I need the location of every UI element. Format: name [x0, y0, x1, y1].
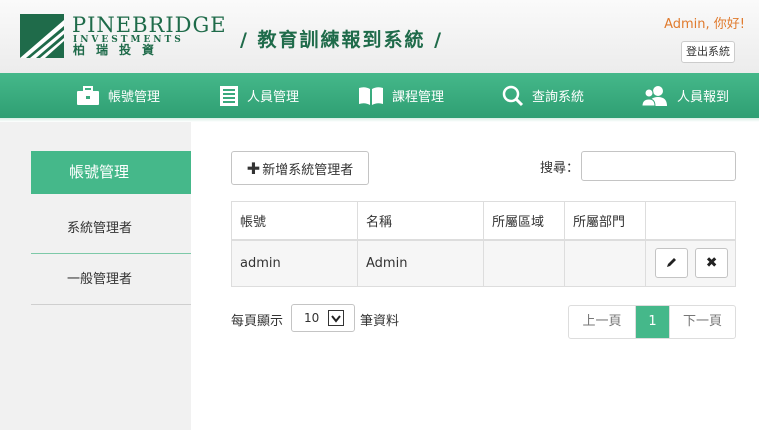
main-nav: 帳號管理 人員管理 課程管理 查詢系統 人員報到 — [0, 73, 759, 118]
cell-region — [483, 239, 565, 287]
nav-item-checkin[interactable]: 人員報到 — [641, 73, 729, 118]
prev-page-button[interactable]: 上一頁 — [569, 306, 636, 338]
logout-button[interactable]: 登出系統 — [681, 41, 735, 63]
page-size-select[interactable]: 10 — [291, 304, 355, 332]
system-title: / 教育訓練報到系統 / — [240, 29, 444, 51]
add-system-admin-button[interactable]: ✚ 新增系統管理者 — [231, 151, 369, 185]
sidebar-item-system-admins[interactable]: 系統管理者 — [31, 204, 191, 254]
nav-item-query[interactable]: 查詢系統 — [502, 73, 584, 118]
admin-table: 帳號 名稱 所屬區域 所屬部門 admin Admin ✖ — [231, 201, 736, 287]
cell-account: admin — [231, 239, 358, 287]
search-icon — [502, 85, 524, 106]
add-button-label: 新增系統管理者 — [262, 162, 354, 178]
page-size-label: 每頁顯示 — [231, 314, 284, 329]
close-icon: ✖ — [705, 255, 718, 272]
logo-brand-text: PINEBRIDGE — [72, 13, 227, 37]
nav-item-accounts[interactable]: 帳號管理 — [76, 73, 160, 118]
nav-item-label: 人員報到 — [677, 90, 730, 105]
edit-button[interactable] — [655, 248, 688, 279]
header: PINEBRIDGE INVESTMENTS 柏瑞投資 / 教育訓練報到系統 /… — [0, 0, 759, 73]
briefcase-icon — [77, 85, 99, 105]
users-icon — [641, 85, 667, 106]
nav-item-label: 查詢系統 — [532, 90, 585, 105]
page-size-suffix: 筆資料 — [360, 314, 400, 329]
logo-mark-icon — [20, 14, 64, 58]
table-header-row: 帳號 名稱 所屬區域 所屬部門 — [231, 201, 736, 241]
sidebar-header-accounts: 帳號管理 — [31, 151, 191, 194]
book-icon — [359, 86, 383, 105]
search-input[interactable] — [581, 151, 736, 181]
logo-chinese-text: 柏瑞投資 — [73, 43, 166, 57]
nav-item-label: 帳號管理 — [108, 90, 161, 105]
list-icon — [220, 85, 238, 106]
table-row: admin Admin ✖ — [231, 239, 736, 287]
page-size-value: 10 — [304, 311, 320, 325]
sidebar: 帳號管理 系統管理者 一般管理者 — [0, 122, 191, 430]
column-header-account: 帳號 — [231, 201, 358, 241]
user-greeting: Admin, 你好! — [664, 17, 745, 32]
chevron-down-icon — [328, 310, 344, 326]
current-page-button[interactable]: 1 — [636, 306, 669, 338]
nav-item-label: 課程管理 — [392, 90, 445, 105]
cell-actions: ✖ — [645, 239, 736, 287]
pagination: 上一頁 1 下一頁 — [568, 305, 736, 339]
delete-button[interactable]: ✖ — [695, 248, 729, 279]
column-header-actions — [645, 201, 736, 241]
column-header-department: 所屬部門 — [564, 201, 646, 241]
nav-item-courses[interactable]: 課程管理 — [358, 73, 444, 118]
cell-department — [564, 239, 646, 287]
column-header-name: 名稱 — [357, 201, 484, 241]
plus-icon: ✚ — [246, 158, 261, 178]
nav-item-label: 人員管理 — [247, 90, 300, 105]
column-header-region: 所屬區域 — [483, 201, 565, 241]
cell-name: Admin — [357, 239, 484, 287]
pinebridge-logo: PINEBRIDGE INVESTMENTS 柏瑞投資 — [20, 14, 226, 58]
search-label: 搜尋： — [540, 161, 580, 176]
next-page-button[interactable]: 下一頁 — [669, 306, 735, 338]
sidebar-item-general-admins[interactable]: 一般管理者 — [31, 255, 191, 305]
nav-item-personnel[interactable]: 人員管理 — [219, 73, 299, 118]
pencil-icon — [666, 258, 676, 268]
